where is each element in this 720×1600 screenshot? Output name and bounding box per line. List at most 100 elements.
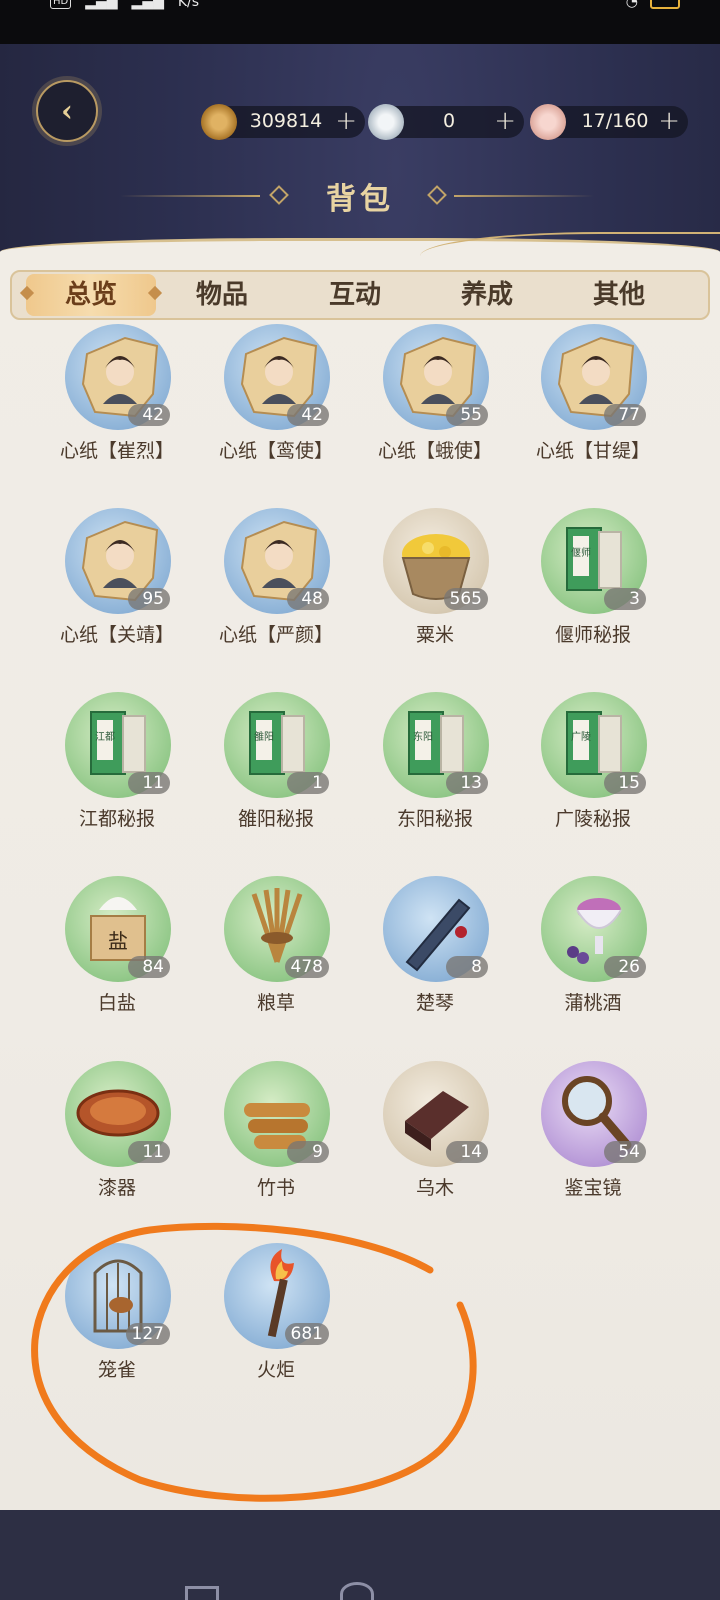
item-count: 1 (287, 772, 329, 794)
inventory-item[interactable]: 盐 84 白盐 (42, 876, 192, 1056)
item-name: 心纸【严颜】 (218, 624, 333, 646)
item-name: 白盐 (97, 992, 136, 1014)
recent-apps-button[interactable] (185, 1586, 219, 1600)
inventory-item[interactable]: 26 蒲桃酒 (518, 876, 668, 1056)
title-row: 背包 (0, 170, 720, 220)
network-speed: K/s (177, 0, 200, 10)
inventory-item[interactable]: 江都 11 江都秘报 (42, 692, 192, 872)
tab-interaction[interactable]: 互动 (290, 274, 420, 316)
home-button[interactable] (340, 1582, 374, 1600)
inventory-item[interactable]: 8 楚琴 (360, 876, 510, 1056)
item-count: 77 (604, 404, 646, 426)
item-name: 竹书 (256, 1177, 295, 1199)
item-count: 42 (128, 404, 170, 426)
item-name: 火炬 (256, 1359, 295, 1381)
item-name: 楚琴 (415, 992, 454, 1014)
inventory-item[interactable]: 77 心纸【甘缇】 (518, 324, 668, 504)
item-name: 心纸【甘缇】 (535, 440, 650, 462)
inventory-item[interactable]: 681 火炬 (201, 1243, 351, 1423)
inventory-item[interactable]: 54 鉴宝镜 (518, 1061, 668, 1241)
silver-value: 0 (442, 110, 456, 132)
inventory-item[interactable]: 偃师 3 偃师秘报 (518, 508, 668, 688)
hd-badge: HD (50, 0, 72, 9)
alarm-icon: ◔ (625, 0, 638, 10)
item-count: 11 (128, 772, 170, 794)
back-button[interactable]: ‹ (36, 80, 98, 142)
inventory-item[interactable]: 42 心纸【崔烈】 (42, 324, 192, 504)
food-bowl-icon (530, 104, 566, 140)
item-name: 笼雀 (97, 1359, 136, 1381)
item-name: 心纸【崔烈】 (59, 440, 174, 462)
item-name: 粟米 (415, 624, 454, 646)
item-count: 11 (128, 1141, 170, 1163)
item-count: 26 (604, 956, 646, 978)
add-coin-button[interactable]: + (335, 106, 357, 136)
item-count: 3 (604, 588, 646, 610)
tab-overview[interactable]: 总览 (26, 274, 156, 316)
item-count: 48 (287, 588, 329, 610)
item-count: 14 (446, 1141, 488, 1163)
item-name: 鉴宝镜 (564, 1177, 622, 1199)
item-count: 42 (287, 404, 329, 426)
item-count: 15 (604, 772, 646, 794)
inventory-item[interactable]: 55 心纸【蛾使】 (360, 324, 510, 504)
inventory-item[interactable]: 雒阳 1 雒阳秘报 (201, 692, 351, 872)
item-name: 偃师秘报 (554, 624, 631, 646)
inventory-item[interactable]: 127 笼雀 (42, 1243, 192, 1423)
coin-value: 309814 (249, 110, 323, 132)
item-name: 心纸【鸾使】 (218, 440, 333, 462)
inventory-item[interactable]: 14 乌木 (360, 1061, 510, 1241)
item-count: 55 (446, 404, 488, 426)
inventory-item[interactable]: 48 心纸【严颜】 (201, 508, 351, 688)
item-count: 13 (446, 772, 488, 794)
item-count: 9 (287, 1141, 329, 1163)
signal-icon-2: ▂▄▆ (131, 0, 164, 10)
inventory-item[interactable]: 广陵 15 广陵秘报 (518, 692, 668, 872)
tab-others[interactable]: 其他 (554, 274, 684, 316)
add-silver-button[interactable]: + (494, 106, 516, 136)
tab-cultivation[interactable]: 养成 (422, 274, 552, 316)
title-divider-right (454, 195, 594, 197)
signal-icon: ▂▄▆ (85, 0, 118, 10)
book-cover-label: 雒阳 (254, 730, 274, 743)
inventory-item[interactable]: 565 粟米 (360, 508, 510, 688)
inventory-item[interactable]: 478 粮草 (201, 876, 351, 1056)
status-bar: HD ▂▄▆ ▂▄▆ K/s ◔ (0, 0, 720, 44)
item-count: 8 (446, 956, 488, 978)
add-food-button[interactable]: + (658, 106, 680, 136)
item-name: 乌木 (415, 1177, 454, 1199)
book-cover-label: 东阳 (413, 730, 433, 743)
item-count: 84 (128, 956, 170, 978)
item-name: 粮草 (256, 992, 295, 1014)
system-nav-bar (0, 1510, 720, 1600)
item-count: 54 (604, 1141, 646, 1163)
item-name: 心纸【关靖】 (59, 624, 174, 646)
book-cover-label: 广陵 (571, 731, 591, 743)
battery-icon (650, 0, 680, 9)
food-counter: 17/160 + (530, 104, 688, 140)
item-name: 漆器 (97, 1177, 136, 1199)
inventory-item[interactable]: 11 漆器 (42, 1061, 192, 1241)
inventory-item[interactable]: 42 心纸【鸾使】 (201, 324, 351, 504)
page-title: 背包 (326, 182, 394, 217)
item-name: 广陵秘报 (554, 808, 631, 830)
tab-items[interactable]: 物品 (157, 274, 287, 316)
item-name: 东阳秘报 (396, 808, 473, 830)
item-name: 江都秘报 (78, 808, 155, 830)
coin-icon (201, 104, 237, 140)
inventory-item[interactable]: 95 心纸【关靖】 (42, 508, 192, 688)
item-count: 127 (125, 1323, 170, 1345)
inventory-item[interactable]: 9 竹书 (201, 1061, 351, 1241)
silver-counter: 0 + (368, 104, 524, 140)
back-arrow-icon: ‹ (61, 93, 73, 129)
item-count: 478 (284, 956, 329, 978)
item-count: 565 (443, 588, 488, 610)
inventory-item[interactable]: 东阳 13 东阳秘报 (360, 692, 510, 872)
salt-box-label: 盐 (108, 929, 128, 953)
item-count: 681 (284, 1323, 329, 1345)
item-name: 心纸【蛾使】 (377, 440, 492, 462)
item-name: 雒阳秘报 (237, 808, 314, 830)
category-tabs: 总览 物品 互动 养成 其他 (10, 270, 710, 320)
coin-counter: 309814 + (201, 104, 365, 140)
item-count: 95 (128, 588, 170, 610)
